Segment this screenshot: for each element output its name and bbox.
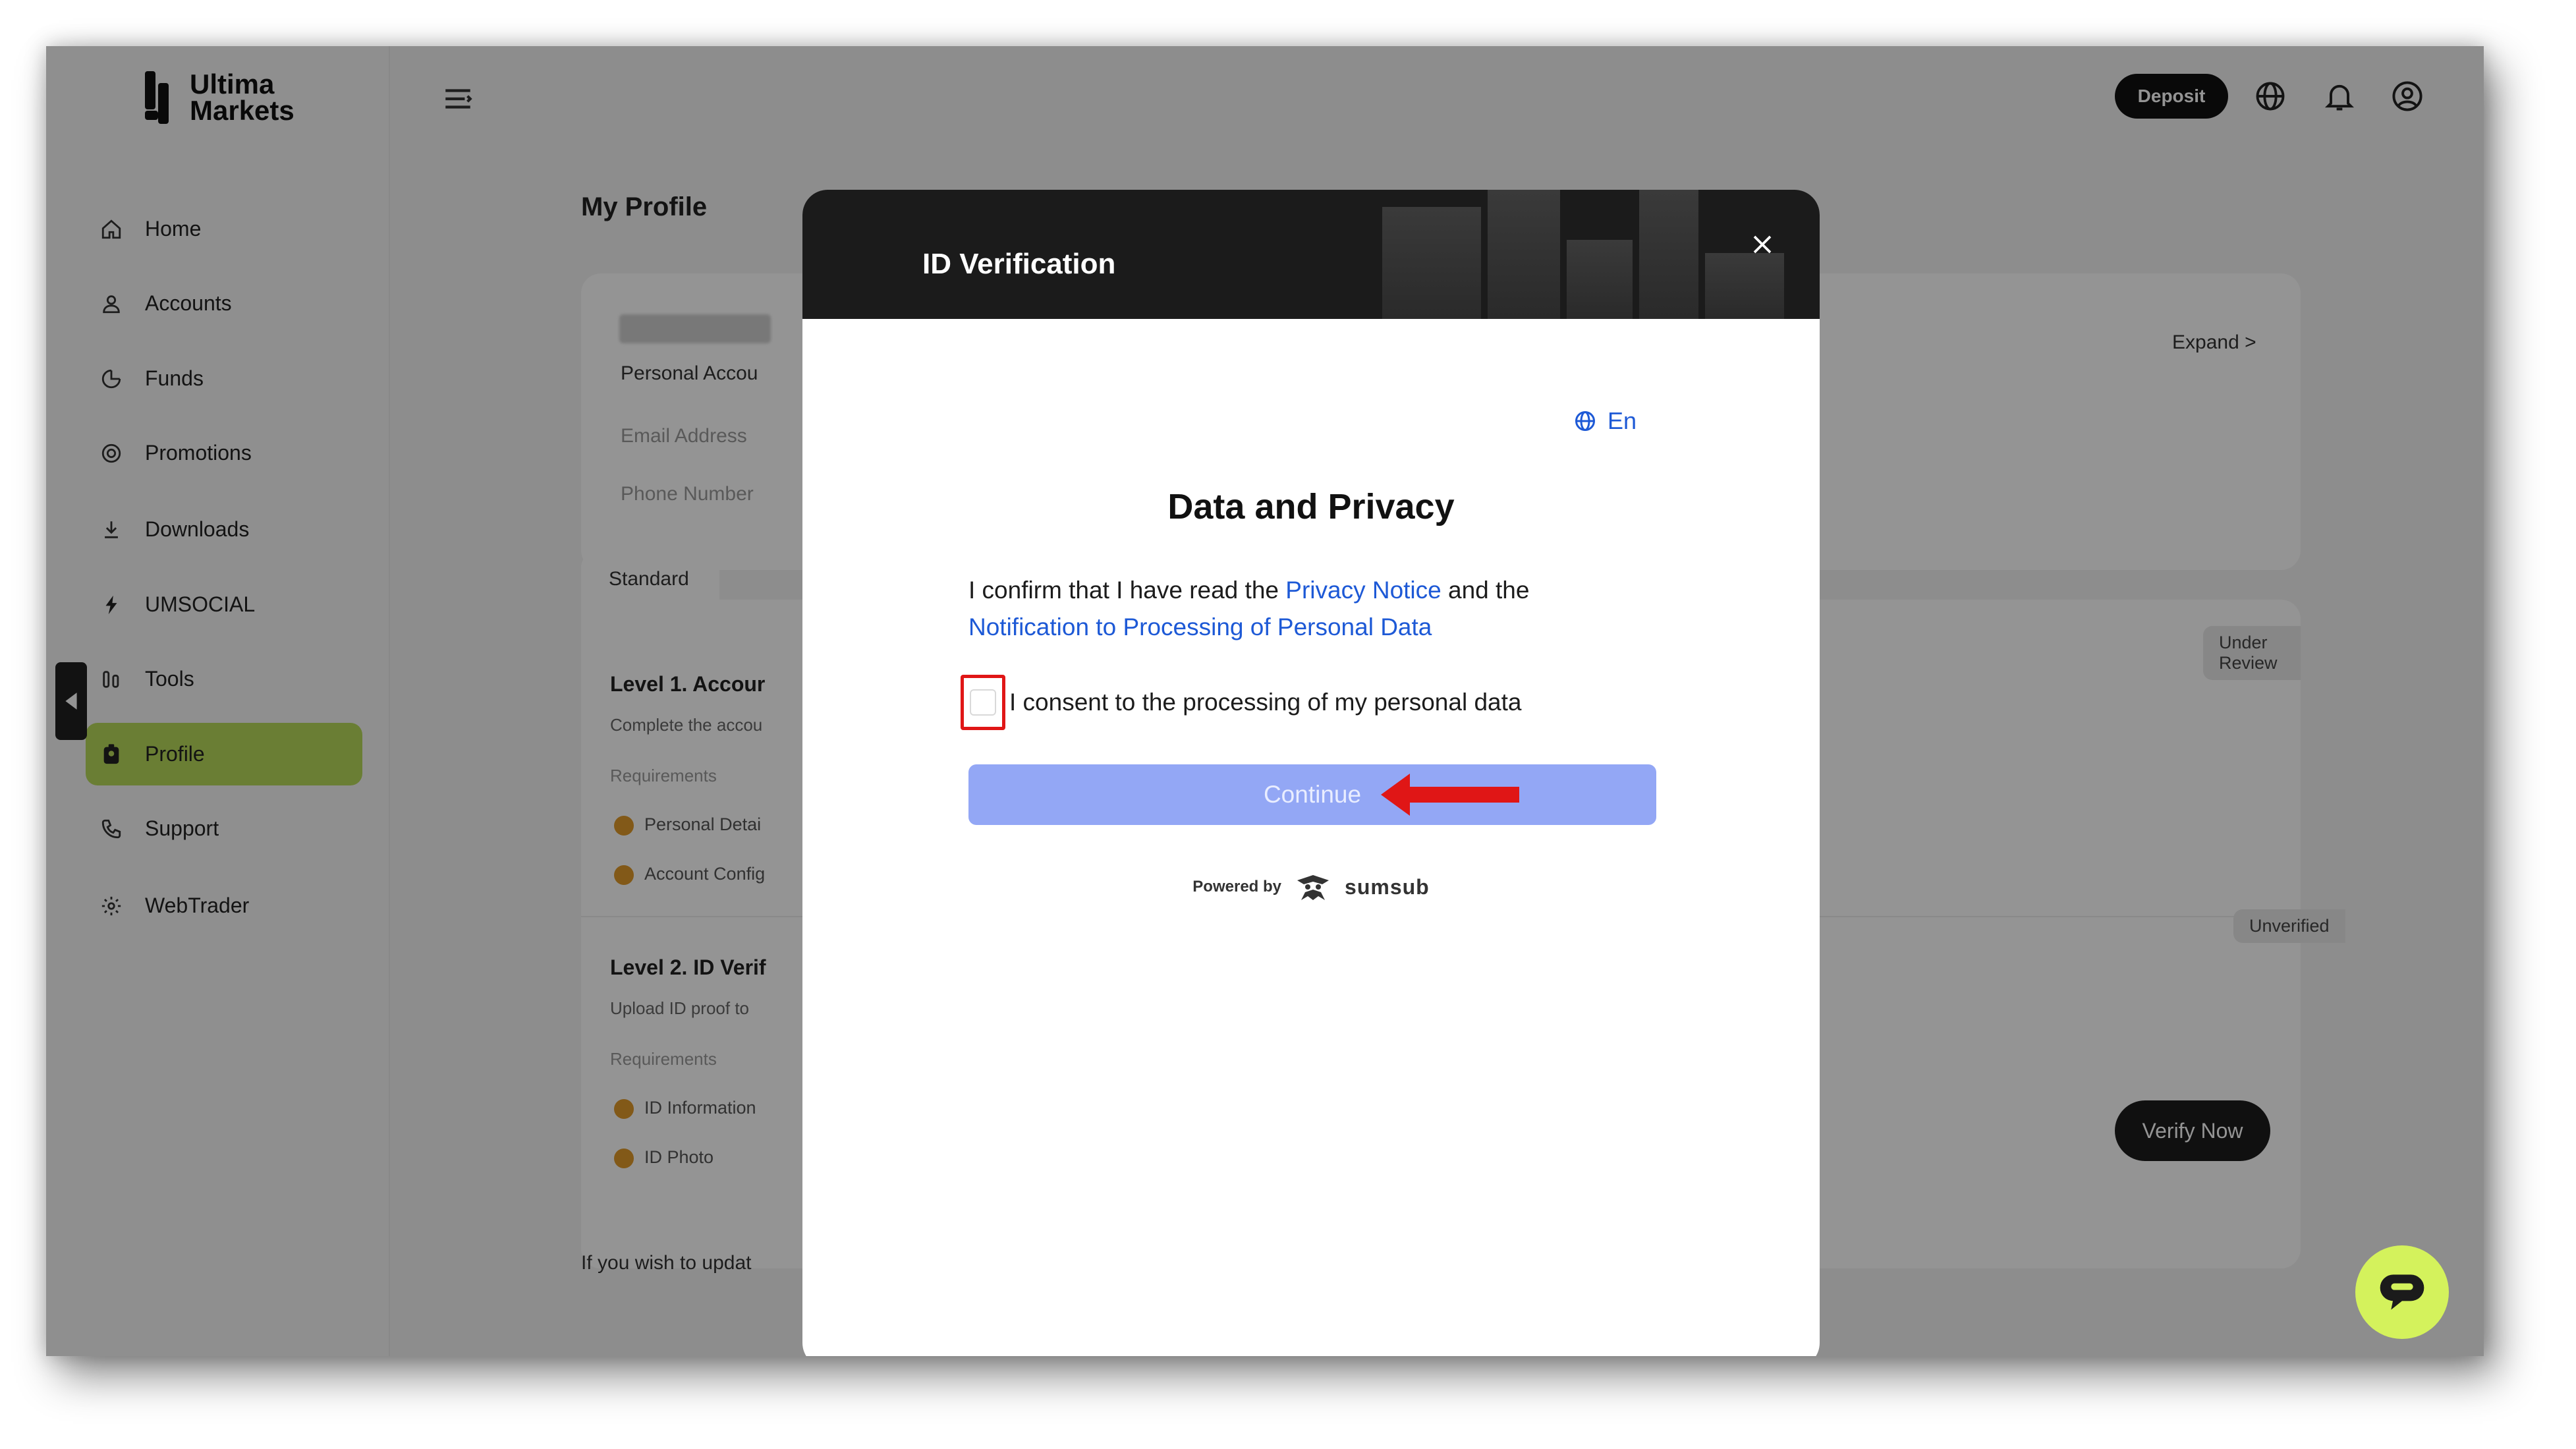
header-decor	[1639, 190, 1698, 319]
data-privacy-heading: Data and Privacy	[1167, 487, 1455, 526]
red-arrow-annotation	[1381, 774, 1519, 816]
header-decor	[1488, 190, 1560, 319]
modal-title: ID Verification	[922, 248, 1116, 280]
close-button[interactable]	[1746, 228, 1779, 261]
consent-label[interactable]: I consent to the processing of my person…	[1009, 689, 1521, 716]
consent-row: I consent to the processing of my person…	[961, 675, 1521, 730]
sumsub-logo-icon	[1297, 875, 1330, 900]
globe-icon	[1575, 411, 1595, 431]
header-decor	[1705, 253, 1784, 319]
language-selector[interactable]: En	[1573, 407, 1637, 435]
language-label: En	[1608, 407, 1637, 434]
modal-header: ID Verification	[802, 190, 1820, 319]
confirm-statement: I confirm that I have read the Privacy N…	[968, 572, 1693, 646]
header-decor	[1567, 240, 1633, 319]
confirm-mid: and the	[1448, 577, 1530, 604]
chat-icon	[2380, 1274, 2424, 1310]
id-verification-modal: ID Verification En Data and Privacy I co…	[802, 190, 1820, 1356]
privacy-notice-link[interactable]: Privacy Notice	[1285, 577, 1441, 604]
powered-by-label: Powered by	[1192, 878, 1282, 895]
provider-name: sumsub	[1345, 874, 1430, 899]
confirm-prefix: I confirm that I have read the	[968, 577, 1279, 604]
processing-notification-link[interactable]: Notification to Processing of Personal D…	[968, 613, 1432, 640]
powered-by: Powered by sumsub	[802, 872, 1820, 901]
app-window: Ultima Markets Home Accounts Funds Promo…	[46, 46, 2484, 1356]
consent-checkbox[interactable]	[961, 675, 1005, 730]
header-decor	[1382, 207, 1481, 319]
continue-button[interactable]: Continue	[968, 764, 1656, 825]
chat-button[interactable]	[2355, 1245, 2449, 1339]
screenshot-stage: Ultima Markets Home Accounts Funds Promo…	[0, 0, 2576, 1449]
close-icon	[1753, 235, 1772, 254]
